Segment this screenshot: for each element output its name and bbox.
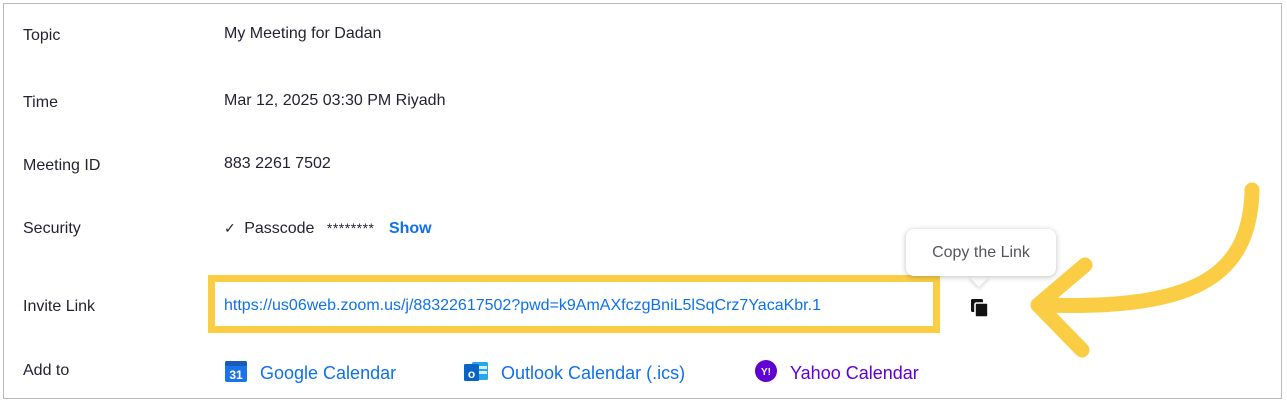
yahoo-calendar-label: Yahoo Calendar <box>790 363 919 383</box>
show-passcode-link[interactable]: Show <box>389 220 432 237</box>
topic-row: Topic My Meeting for Dadan <box>0 17 1287 57</box>
svg-text:Y!: Y! <box>761 367 771 378</box>
time-value: Mar 12, 2025 03:30 PM Riyadh <box>224 92 446 109</box>
meeting-id-label: Meeting ID <box>23 157 101 174</box>
yahoo-calendar-link[interactable]: Y! Yahoo Calendar <box>754 359 919 388</box>
yellow-arrow-annotation <box>1030 182 1260 358</box>
copy-icon <box>971 299 989 318</box>
google-calendar-icon: 31 <box>224 359 248 388</box>
svg-text:o: o <box>468 367 475 381</box>
google-calendar-label: Google Calendar <box>260 363 397 383</box>
svg-text:31: 31 <box>229 368 243 382</box>
invite-link-label: Invite Link <box>23 298 96 315</box>
check-icon: ✓ <box>224 220 236 236</box>
meeting-id-value: 883 2261 7502 <box>224 155 331 172</box>
topic-label: Topic <box>23 27 61 44</box>
invite-link-url[interactable]: https://us06web.zoom.us/j/88322617502?pw… <box>224 297 948 315</box>
google-calendar-link[interactable]: 31 Google Calendar <box>224 359 396 388</box>
copy-link-button[interactable] <box>968 296 992 320</box>
outlook-icon: o <box>463 359 489 388</box>
security-value: ✓ Passcode ******** Show <box>224 220 432 238</box>
passcode-label: Passcode <box>244 220 315 237</box>
topic-value: My Meeting for Dadan <box>224 25 382 42</box>
time-label: Time <box>23 94 58 111</box>
passcode-mask: ******** <box>326 220 375 236</box>
outlook-calendar-link[interactable]: o Outlook Calendar (.ics) <box>463 359 685 388</box>
time-row: Time Mar 12, 2025 03:30 PM Riyadh <box>0 84 1287 124</box>
add-to-label: Add to <box>23 362 70 379</box>
yahoo-icon: Y! <box>754 359 778 388</box>
outlook-calendar-label: Outlook Calendar (.ics) <box>501 363 686 383</box>
security-label: Security <box>23 220 81 237</box>
